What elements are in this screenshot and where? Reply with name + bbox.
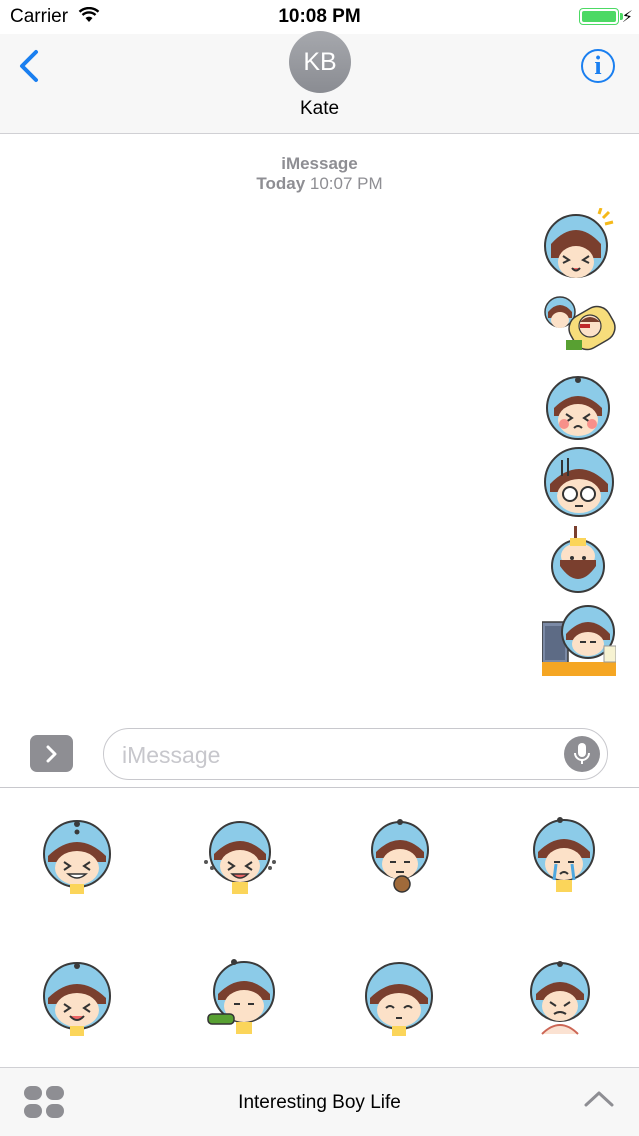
message-input[interactable]: iMessage xyxy=(103,728,608,780)
info-icon[interactable]: i xyxy=(581,49,615,83)
glasses-boy-sticker[interactable] xyxy=(542,446,616,520)
day-label: Today xyxy=(256,174,306,193)
app-drawer-bar: Interesting Boy Life xyxy=(0,1067,639,1136)
apps-toggle-button[interactable] xyxy=(30,735,73,772)
laughing-boy-sticker[interactable] xyxy=(543,208,615,284)
charging-bolt-icon: ⚡ xyxy=(621,9,633,26)
grinning-boy[interactable] xyxy=(40,818,114,894)
status-bar: Carrier 10:08 PM ⚡ xyxy=(0,0,639,34)
message-timestamp: iMessage Today 10:07 PM xyxy=(0,154,639,194)
giggling-boy[interactable] xyxy=(40,960,114,1036)
message-input-placeholder: iMessage xyxy=(122,742,221,768)
chevron-up-icon[interactable] xyxy=(583,1088,615,1108)
drooling-boy[interactable] xyxy=(528,960,592,1036)
contact-avatar[interactable]: KB xyxy=(289,31,351,93)
computer-desk-sticker[interactable] xyxy=(542,602,616,676)
conversation-header: KB Kate i xyxy=(0,31,639,134)
microphone-icon[interactable] xyxy=(564,736,600,772)
sneezing-boy[interactable] xyxy=(204,958,276,1036)
blushing-boy-sticker[interactable] xyxy=(546,376,610,440)
teary-laugh-boy[interactable] xyxy=(200,818,280,894)
sticker-app-title: Interesting Boy Life xyxy=(238,1092,401,1113)
drawer-divider xyxy=(0,787,639,788)
status-time: 10:08 PM xyxy=(278,6,361,27)
battery-icon xyxy=(579,8,619,25)
sleeping-pair-sticker[interactable] xyxy=(542,292,616,366)
chevron-right-icon xyxy=(46,745,56,762)
smirking-boy[interactable] xyxy=(362,960,436,1036)
pointing-boy[interactable] xyxy=(368,818,432,894)
service-label: iMessage xyxy=(281,154,358,173)
crying-boy[interactable] xyxy=(530,816,598,894)
back-chevron-icon[interactable] xyxy=(16,48,40,84)
contact-name[interactable]: Kate xyxy=(0,98,639,120)
upside-down-boy-sticker[interactable] xyxy=(548,524,608,594)
time-label: 10:07 PM xyxy=(309,174,383,193)
